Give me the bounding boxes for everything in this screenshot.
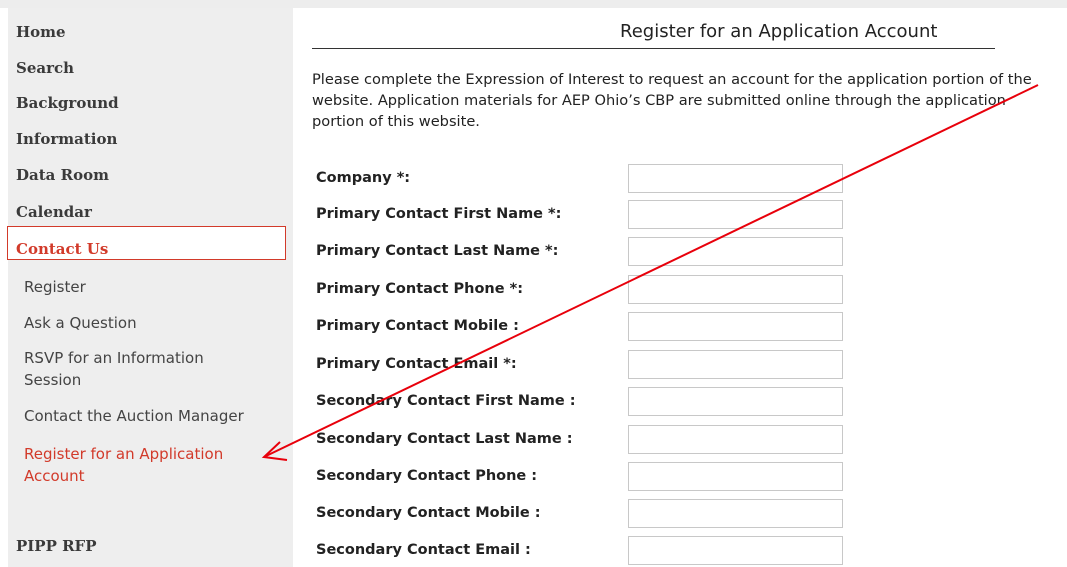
nav-home[interactable]: Home [16, 23, 66, 41]
primary-phone-label: Primary Contact Phone *: [316, 281, 524, 297]
form-row-secondary-first-name: Secondary Contact First Name : [316, 387, 856, 417]
nav-sub-register[interactable]: Register [24, 276, 274, 298]
top-strip [0, 0, 1067, 8]
intro-text: Please complete the Expression of Intere… [312, 71, 1032, 130]
nav-information[interactable]: Information [16, 130, 117, 148]
primary-email-label: Primary Contact Email *: [316, 356, 517, 372]
nav-contact-us[interactable]: Contact Us [16, 240, 108, 258]
nav-search[interactable]: Search [16, 59, 74, 77]
secondary-email-label: Secondary Contact Email : [316, 542, 531, 558]
nav-sub-ask-question[interactable]: Ask a Question [24, 312, 274, 334]
primary-phone-input[interactable] [628, 275, 843, 304]
nav-sub-contact-auction-manager[interactable]: Contact the Auction Manager [24, 405, 274, 427]
form-row-secondary-phone: Secondary Contact Phone : [316, 462, 856, 492]
form-row-primary-mobile: Primary Contact Mobile : [316, 312, 856, 342]
form-row-secondary-mobile: Secondary Contact Mobile : [316, 499, 856, 529]
form-row-secondary-email: Secondary Contact Email : [316, 536, 856, 566]
primary-mobile-label: Primary Contact Mobile : [316, 318, 519, 334]
nav-calendar[interactable]: Calendar [16, 203, 92, 221]
form-row-primary-first-name: Primary Contact First Name *: [316, 200, 856, 230]
primary-mobile-input[interactable] [628, 312, 843, 341]
nav-pipp-rfp[interactable]: PIPP RFP [16, 537, 96, 555]
primary-email-input[interactable] [628, 350, 843, 379]
secondary-mobile-input[interactable] [628, 499, 843, 528]
secondary-mobile-label: Secondary Contact Mobile : [316, 505, 541, 521]
secondary-last-name-label: Secondary Contact Last Name : [316, 431, 573, 447]
company-label: Company *: [316, 170, 411, 186]
secondary-phone-input[interactable] [628, 462, 843, 491]
nav-sub-register-application-account[interactable]: Register for an Application Account [24, 443, 252, 487]
title-divider [312, 48, 995, 49]
nav-background[interactable]: Background [16, 94, 119, 112]
company-input[interactable] [628, 164, 843, 193]
secondary-phone-label: Secondary Contact Phone : [316, 468, 538, 484]
nav-data-room[interactable]: Data Room [16, 166, 109, 184]
primary-last-name-label: Primary Contact Last Name *: [316, 243, 559, 259]
primary-first-name-label: Primary Contact First Name *: [316, 206, 562, 222]
secondary-last-name-input[interactable] [628, 425, 843, 454]
primary-first-name-input[interactable] [628, 200, 843, 229]
form-row-secondary-last-name: Secondary Contact Last Name : [316, 425, 856, 455]
secondary-first-name-label: Secondary Contact First Name : [316, 393, 576, 409]
nav-sub-rsvp[interactable]: RSVP for an Information Session [24, 347, 239, 391]
form-row-primary-email: Primary Contact Email *: [316, 350, 856, 380]
secondary-first-name-input[interactable] [628, 387, 843, 416]
form-row-primary-phone: Primary Contact Phone *: [316, 275, 856, 305]
secondary-email-input[interactable] [628, 536, 843, 565]
page-title: Register for an Application Account [620, 21, 938, 42]
form-row-company: Company *: [316, 164, 856, 194]
form-row-primary-last-name: Primary Contact Last Name *: [316, 237, 856, 267]
primary-last-name-input[interactable] [628, 237, 843, 266]
